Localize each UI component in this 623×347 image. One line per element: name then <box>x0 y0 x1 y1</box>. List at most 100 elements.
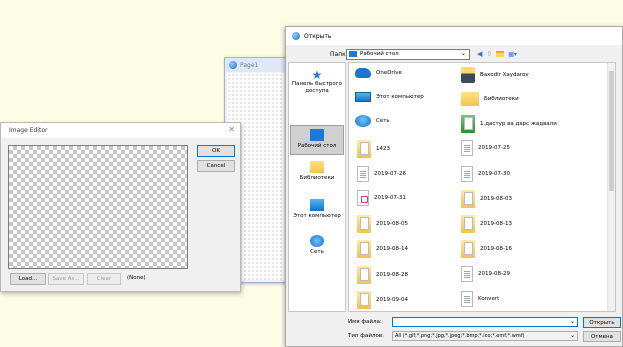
image-editor-titlebar[interactable]: Image Editor ✕ <box>1 123 240 138</box>
list-item[interactable]: 1.дастур ва дарс жадвали <box>461 115 557 133</box>
network-icon <box>355 115 371 127</box>
folder-icon <box>461 215 475 233</box>
folder-select-value: Рабочий стол <box>360 51 399 57</box>
vertical-scrollbar[interactable] <box>607 63 615 311</box>
list-item[interactable]: 2019-08-16 <box>461 240 512 258</box>
open-file-dialog: Открыть Папка: Рабочий стол ⌄ ◀ ⇧ ▦▾ ★ П… <box>285 26 623 347</box>
list-item-label: 2019-07-31 <box>374 195 406 201</box>
filetype-label: Тип файлов: <box>348 333 384 339</box>
list-item[interactable]: 2019-09-04 <box>357 291 408 309</box>
place-quick-access[interactable]: ★ Панель быстрого доступа <box>290 69 344 95</box>
user-folder-icon <box>461 67 475 83</box>
open-dialog-titlebar[interactable]: Открыть <box>286 27 622 45</box>
list-item-label: 2019-07-30 <box>478 171 510 177</box>
list-item-label: 2019-07-26 <box>374 171 406 177</box>
list-item-label: Этот компьютер <box>376 94 424 100</box>
list-item-label: 2019-08-05 <box>376 221 408 227</box>
load-button[interactable]: Load... <box>10 273 46 285</box>
save-as-button[interactable]: Save As... <box>48 273 84 285</box>
filetype-select[interactable]: All (*.gif;*.png;*.jpg;*.jpeg;*.bmp;*.ic… <box>392 331 578 341</box>
place-label: Панель быстрого доступа <box>291 81 343 94</box>
list-item[interactable]: Baxodir Xaydarov <box>461 67 529 83</box>
list-item[interactable]: 2019-08-03 <box>461 190 512 208</box>
filename-label: Имя файла: <box>348 319 382 325</box>
desktop-icon <box>349 51 357 57</box>
file-list: OneDrive Этот компьютер Сеть 1423 2019-0… <box>348 62 616 312</box>
folder-icon <box>357 140 371 158</box>
chevron-down-icon: ⌄ <box>569 318 575 325</box>
list-item-label: Сеть <box>376 118 390 124</box>
new-folder-icon[interactable] <box>496 51 505 57</box>
list-item-label: 2019-08-29 <box>478 271 510 277</box>
cancel-button[interactable]: Отмена <box>583 331 621 342</box>
list-item-label: Konvert <box>478 296 500 302</box>
up-folder-icon[interactable]: ⇧ <box>486 50 492 58</box>
list-item[interactable]: Konvert <box>461 291 499 307</box>
list-item[interactable]: 2019-08-13 <box>461 215 512 233</box>
chevron-down-icon: ⌄ <box>569 332 575 339</box>
list-item-label: 1423 <box>376 146 390 152</box>
computer-icon <box>355 92 371 102</box>
view-menu-icon[interactable]: ▦▾ <box>508 51 517 58</box>
back-icon[interactable]: ◀ <box>477 50 482 58</box>
list-item-label: Библиотеки <box>484 96 519 102</box>
place-desktop[interactable]: Рабочий стол <box>290 125 344 155</box>
list-item[interactable]: 2019-07-25 <box>461 140 510 156</box>
place-label: Рабочий стол <box>297 143 337 149</box>
page-icon <box>229 61 237 69</box>
document-icon <box>461 166 473 182</box>
document-icon <box>461 266 473 282</box>
place-label: Сеть <box>310 249 324 255</box>
network-icon <box>310 235 324 247</box>
star-icon: ★ <box>311 68 323 82</box>
folder-bar: Папка: Рабочий стол ⌄ ◀ ⇧ ▦▾ <box>286 46 622 62</box>
list-item-label: OneDrive <box>376 70 402 76</box>
list-item[interactable]: 2019-08-05 <box>357 215 408 233</box>
image-editor-dialog: Image Editor ✕ OK Cancel Load... Save As… <box>0 122 241 292</box>
open-dialog-title: Открыть <box>304 32 332 40</box>
ok-button[interactable]: OK <box>197 145 235 157</box>
cancel-button[interactable]: Cancel <box>197 160 235 172</box>
place-network[interactable]: Сеть <box>290 235 344 256</box>
list-item[interactable]: Этот компьютер <box>355 92 424 102</box>
list-item[interactable]: 2019-08-14 <box>357 240 408 258</box>
clear-button[interactable]: Clear <box>87 273 121 285</box>
computer-icon <box>310 199 324 211</box>
place-label: Этот компьютер <box>293 213 341 219</box>
place-this-pc[interactable]: Этот компьютер <box>290 199 344 220</box>
onedrive-icon <box>355 68 371 78</box>
folder-icon <box>357 291 371 309</box>
libraries-icon <box>461 92 479 106</box>
folder-icon <box>357 266 371 284</box>
document-icon <box>357 166 369 182</box>
list-item[interactable]: 2019-07-26 <box>357 166 406 182</box>
list-item[interactable]: 2019-08-28 <box>357 266 408 284</box>
folder-icon <box>461 190 475 208</box>
filename-input[interactable]: ⌄ <box>392 317 578 327</box>
folder-icon <box>357 240 371 258</box>
list-item[interactable]: 2019-07-31 <box>357 190 406 206</box>
list-item-label: 1.дастур ва дарс жадвали <box>480 121 557 127</box>
list-item-label: 2019-07-25 <box>478 145 510 151</box>
libraries-icon <box>310 161 324 173</box>
list-item[interactable]: OneDrive <box>355 68 402 78</box>
list-item[interactable]: 2019-08-29 <box>461 266 510 282</box>
list-item[interactable]: Сеть <box>355 115 390 127</box>
list-item-label: Baxodir Xaydarov <box>480 72 529 78</box>
chevron-down-icon: ⌄ <box>460 49 466 57</box>
folder-select[interactable]: Рабочий стол ⌄ <box>346 48 470 60</box>
close-icon[interactable]: ✕ <box>228 125 235 134</box>
document-icon <box>357 190 369 206</box>
folder-icon <box>357 215 371 233</box>
place-libraries[interactable]: Библиотеки <box>290 161 344 182</box>
list-item-label: 2019-09-04 <box>376 297 408 303</box>
list-item-label: 2019-08-03 <box>480 196 512 202</box>
list-item[interactable]: 1423 <box>357 140 390 158</box>
open-button[interactable]: Открыть <box>583 317 621 328</box>
document-icon <box>461 140 473 156</box>
image-preview <box>8 145 188 269</box>
list-item[interactable]: Библиотеки <box>461 92 519 106</box>
list-item[interactable]: 2019-07-30 <box>461 166 510 182</box>
scrollbar-thumb[interactable] <box>609 71 614 191</box>
image-name-label: (None) <box>127 275 146 281</box>
